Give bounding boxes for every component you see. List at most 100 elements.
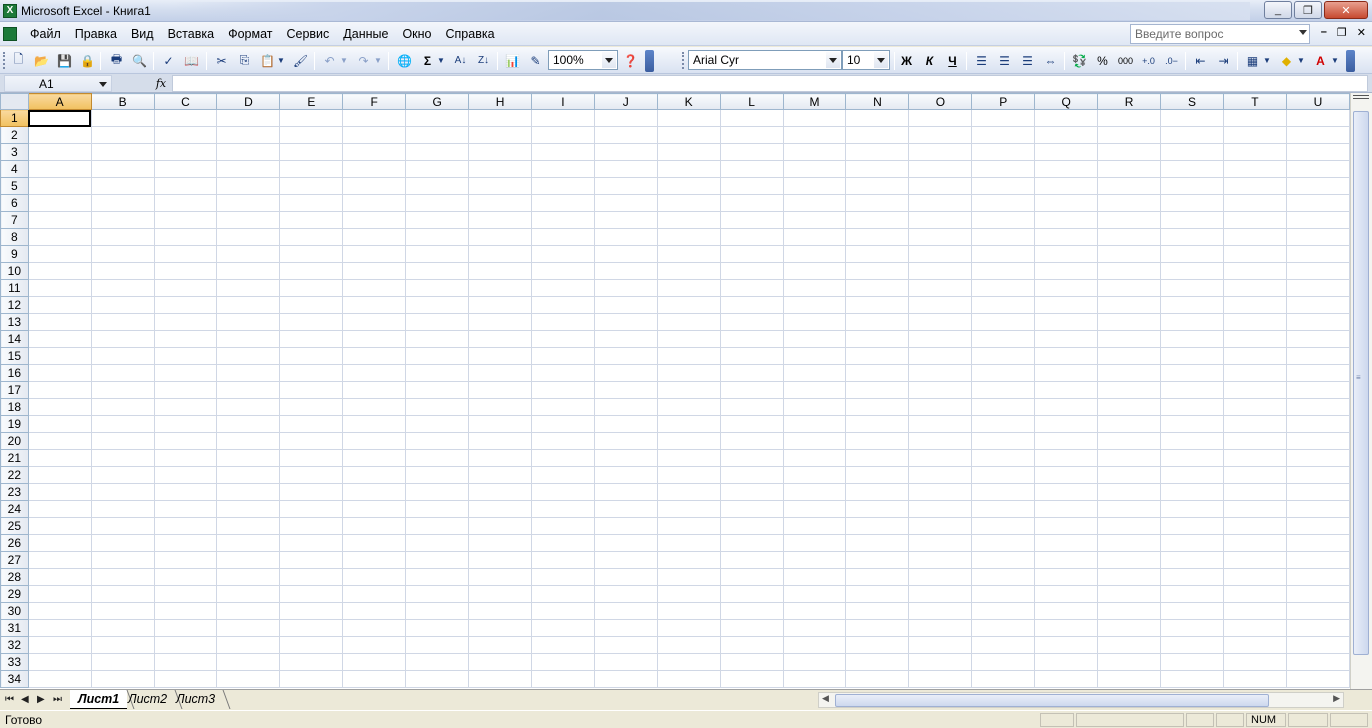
cell[interactable] <box>90 500 155 518</box>
cell[interactable] <box>845 211 910 229</box>
cell[interactable] <box>908 653 973 671</box>
cell[interactable] <box>1285 653 1350 671</box>
cell[interactable] <box>656 262 721 280</box>
cell[interactable] <box>342 670 407 688</box>
cell[interactable] <box>153 619 218 637</box>
cell[interactable] <box>342 245 407 263</box>
cell[interactable] <box>1223 364 1287 382</box>
cell[interactable] <box>593 126 658 144</box>
cell[interactable] <box>405 602 470 620</box>
cell[interactable] <box>405 364 470 382</box>
column-header[interactable]: Q <box>1034 93 1099 110</box>
first-sheet-icon[interactable]: ⏮ <box>5 694 14 705</box>
row-header[interactable]: 11 <box>0 279 29 297</box>
print-icon[interactable]: 🖶 <box>108 52 125 69</box>
cell[interactable] <box>656 177 721 195</box>
cell[interactable] <box>845 432 910 450</box>
cell[interactable] <box>342 262 407 280</box>
cell[interactable] <box>1097 636 1162 654</box>
cell[interactable] <box>1160 347 1224 365</box>
cell[interactable] <box>1160 381 1224 399</box>
cell[interactable] <box>782 415 847 433</box>
cell[interactable] <box>405 500 470 518</box>
percent-button[interactable]: % <box>1094 52 1111 69</box>
cell[interactable] <box>908 126 973 144</box>
close-button[interactable]: ✕ <box>1324 1 1368 19</box>
cell[interactable] <box>216 211 281 229</box>
row-header[interactable]: 5 <box>0 177 29 195</box>
cell[interactable] <box>971 228 1036 246</box>
cell[interactable] <box>405 636 470 654</box>
row-header[interactable]: 10 <box>0 262 29 280</box>
cell[interactable] <box>908 177 973 195</box>
cell[interactable] <box>908 364 973 382</box>
cell[interactable] <box>405 296 470 314</box>
row-header[interactable]: 2 <box>0 126 29 144</box>
undo-icon[interactable]: ↶ <box>321 52 338 69</box>
cell[interactable] <box>656 466 721 484</box>
cell[interactable] <box>656 432 721 450</box>
cell[interactable] <box>531 194 595 212</box>
cell[interactable] <box>593 585 658 603</box>
row-header[interactable]: 29 <box>0 585 29 603</box>
cell[interactable] <box>468 449 533 467</box>
cell[interactable] <box>153 551 218 569</box>
cell[interactable] <box>342 585 407 603</box>
cell[interactable] <box>845 364 910 382</box>
workbook-icon[interactable] <box>3 26 17 41</box>
column-header[interactable]: M <box>782 93 847 110</box>
cell[interactable] <box>1034 364 1099 382</box>
cell[interactable] <box>216 194 281 212</box>
cell[interactable] <box>153 398 218 416</box>
cell[interactable] <box>1160 177 1224 195</box>
cell[interactable] <box>405 160 470 178</box>
cell[interactable] <box>782 602 847 620</box>
row-header[interactable]: 19 <box>0 415 29 433</box>
cell[interactable] <box>90 534 155 552</box>
cell[interactable] <box>468 143 533 161</box>
cell[interactable] <box>719 177 784 195</box>
cell[interactable] <box>1034 500 1099 518</box>
cell[interactable] <box>971 262 1036 280</box>
cell[interactable] <box>216 432 281 450</box>
cell[interactable] <box>405 534 470 552</box>
cell[interactable] <box>468 415 533 433</box>
cell[interactable] <box>782 585 847 603</box>
sort-ascending-icon[interactable]: A↓ <box>452 52 469 69</box>
cell[interactable] <box>342 330 407 348</box>
cell[interactable] <box>971 296 1036 314</box>
row-header[interactable]: 32 <box>0 636 29 654</box>
cell[interactable] <box>342 415 407 433</box>
cell[interactable] <box>908 585 973 603</box>
increase-indent-icon[interactable]: ⇥ <box>1215 52 1232 69</box>
cell[interactable] <box>1160 313 1224 331</box>
cell[interactable] <box>719 585 784 603</box>
cell[interactable] <box>342 177 407 195</box>
cell[interactable] <box>216 534 281 552</box>
cell[interactable] <box>971 500 1036 518</box>
cell[interactable] <box>1034 228 1099 246</box>
cell[interactable] <box>782 517 847 535</box>
cell[interactable] <box>405 347 470 365</box>
cell[interactable] <box>1097 500 1162 518</box>
cell[interactable] <box>153 313 218 331</box>
cell[interactable] <box>216 466 281 484</box>
underline-button[interactable]: Ч <box>944 52 961 69</box>
cell[interactable] <box>216 177 281 195</box>
cell[interactable] <box>1160 483 1224 501</box>
cell[interactable] <box>468 313 533 331</box>
column-header[interactable]: A <box>27 93 92 110</box>
row-header[interactable]: 31 <box>0 619 29 637</box>
cell[interactable] <box>90 398 155 416</box>
cell[interactable] <box>1160 585 1224 603</box>
cell[interactable] <box>593 262 658 280</box>
cell[interactable] <box>153 364 218 382</box>
cell[interactable] <box>468 551 533 569</box>
toolbar-grip[interactable] <box>3 52 6 69</box>
cell[interactable] <box>405 432 470 450</box>
column-header[interactable]: I <box>531 93 595 110</box>
cell[interactable] <box>593 279 658 297</box>
bold-button[interactable]: Ж <box>898 52 915 69</box>
cell[interactable] <box>405 143 470 161</box>
cell[interactable] <box>1285 483 1350 501</box>
